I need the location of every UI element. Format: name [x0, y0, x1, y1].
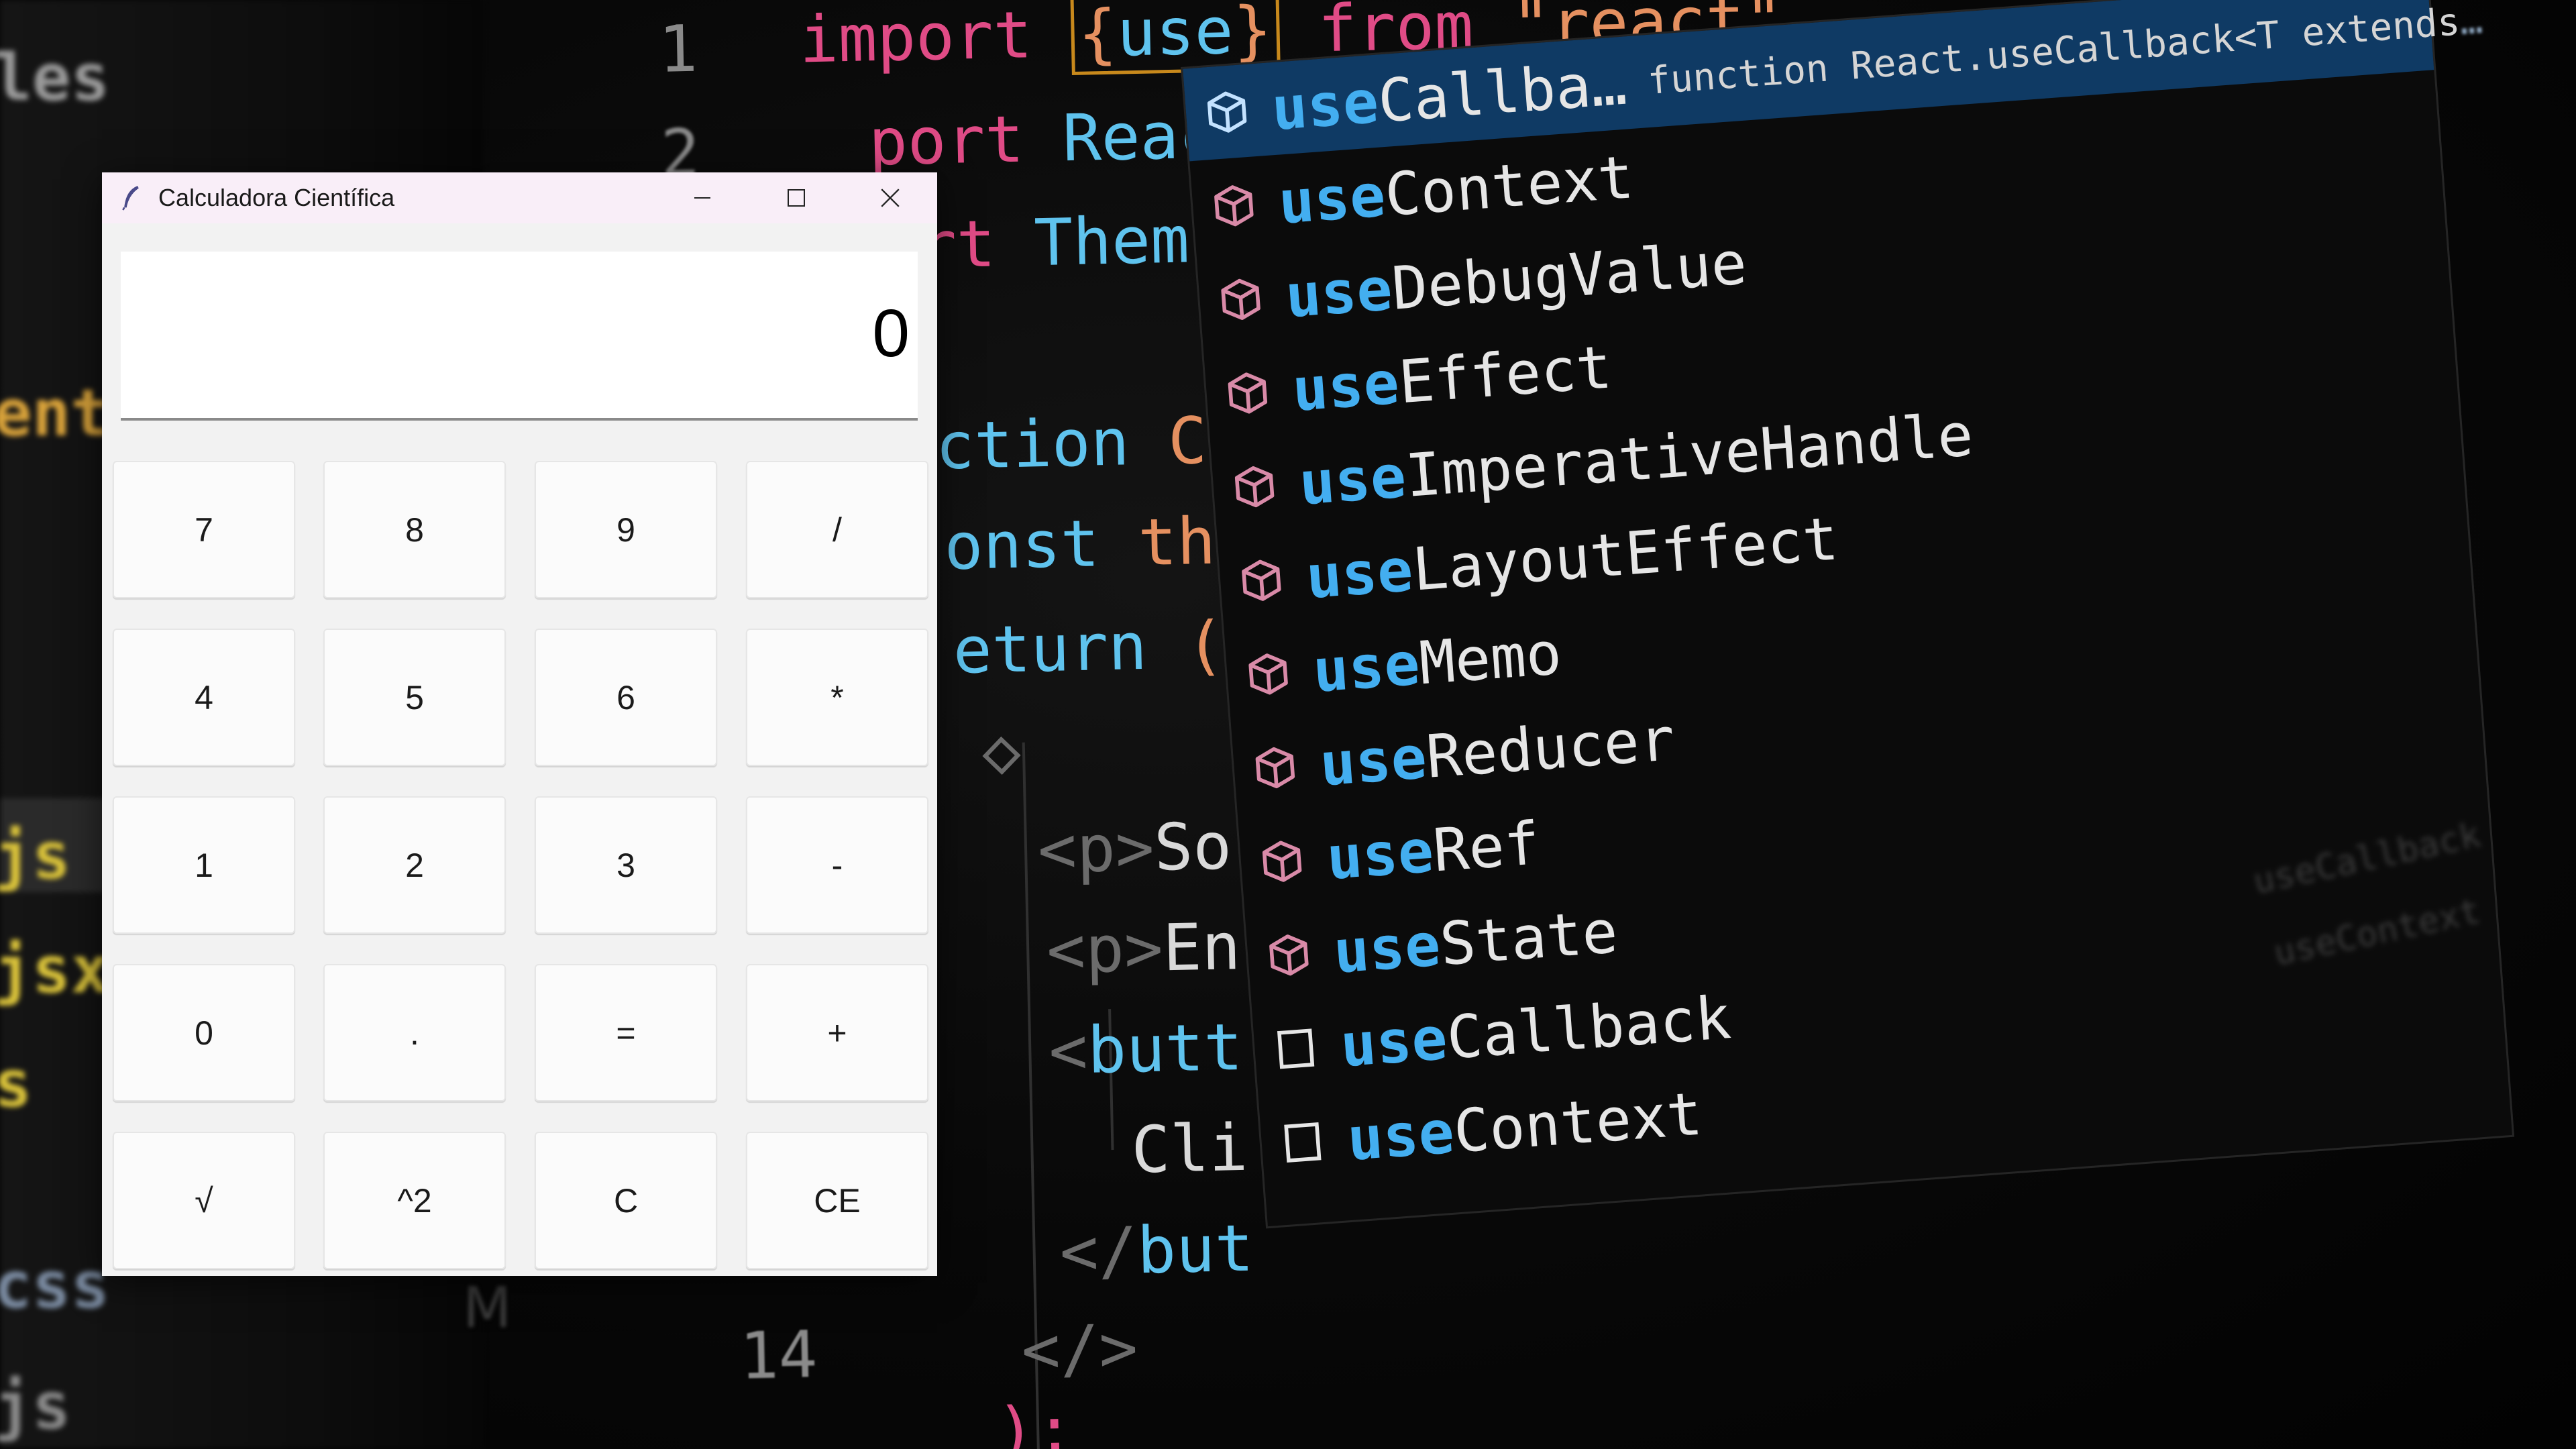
key-2-button[interactable]: 2: [323, 796, 506, 934]
code-tag: <p>: [1046, 910, 1164, 989]
equals-button[interactable]: =: [535, 964, 717, 1102]
maximize-button[interactable]: [749, 172, 843, 223]
code-line-12: </but: [1059, 1211, 1254, 1290]
code-paren: (: [1185, 607, 1226, 684]
method-cube-icon: [1209, 180, 1259, 231]
code-tag: </>: [1020, 1310, 1139, 1388]
code-line-11: Cli: [1130, 1110, 1248, 1188]
key-1-button[interactable]: 1: [113, 796, 295, 934]
window-title: Calculadora Científica: [158, 184, 395, 211]
suggestion-label: useMemo: [1310, 618, 1564, 706]
suggestion-label: useCallback: [1338, 982, 1733, 1080]
code-keyword: onst: [943, 506, 1100, 585]
code-line-2: port Reac: [868, 97, 1218, 180]
subtract-button[interactable]: -: [746, 796, 928, 934]
code-keyword: import: [798, 0, 1033, 78]
code-tag: <: [1048, 1012, 1089, 1089]
code-line-8: <p>So: [1037, 808, 1232, 888]
method-cube-icon: [1243, 649, 1293, 699]
clear-button[interactable]: C: [535, 1132, 717, 1269]
code-line-6: eturn (: [953, 607, 1226, 688]
desktop-background: les ents js jsx s css js M 1 2 14 import…: [0, 0, 2576, 1449]
divide-button[interactable]: /: [746, 461, 928, 598]
sqrt-button[interactable]: √: [113, 1132, 295, 1269]
line-number: 14: [739, 1317, 818, 1394]
key-9-button[interactable]: 9: [535, 461, 717, 598]
code-keyword: port: [867, 101, 1025, 180]
method-cube-icon: [1222, 368, 1273, 419]
code-identifier: butt: [1086, 1009, 1244, 1088]
snippet-square-icon: [1271, 1024, 1321, 1074]
code-keyword: eturn: [952, 608, 1148, 688]
code-line-14: );: [996, 1392, 1075, 1449]
key-0-button[interactable]: 0: [113, 964, 295, 1102]
maximize-icon: [788, 189, 805, 207]
key-7-button[interactable]: 7: [113, 461, 295, 598]
code-paren: );: [996, 1392, 1075, 1449]
code-line-10: <butt: [1048, 1010, 1243, 1089]
method-cube-icon: [1216, 274, 1266, 325]
display-value: 0: [872, 296, 910, 371]
minimize-button[interactable]: [655, 172, 749, 223]
explorer-item: s: [0, 1046, 32, 1122]
explorer-item: js: [0, 1368, 71, 1444]
suggestion-label: useState: [1331, 896, 1620, 987]
code-line-3: rt Them: [917, 202, 1190, 282]
method-cube-icon: [1257, 837, 1307, 887]
suggestion-label: useRef: [1324, 808, 1542, 893]
code-line-7: ◇: [981, 712, 1022, 788]
code-line-13: </>: [1021, 1310, 1139, 1388]
code-text: En: [1162, 909, 1242, 986]
method-cube-icon: [1264, 930, 1314, 980]
explorer-item: css: [0, 1248, 110, 1323]
close-icon: [881, 189, 900, 207]
snippet-square-icon: [1277, 1118, 1328, 1168]
method-cube-icon: [1250, 743, 1300, 793]
code-line-9: <p>En: [1046, 909, 1241, 988]
explorer-item: les: [0, 40, 110, 115]
key-6-button[interactable]: 6: [535, 629, 717, 766]
code-identifier: Them: [1033, 202, 1190, 281]
key-4-button[interactable]: 4: [113, 629, 295, 766]
calculator-display[interactable]: 0: [121, 252, 918, 421]
suggestion-widget[interactable]: useCallba… function React.useCallback<T …: [1181, 0, 2515, 1229]
multiply-button[interactable]: *: [746, 629, 928, 766]
code-keyword: ction: [934, 405, 1130, 484]
code-line-4: ction C3: [934, 402, 1246, 484]
clear-entry-button[interactable]: CE: [746, 1132, 928, 1269]
code-text: Cli: [1130, 1110, 1249, 1188]
title-bar[interactable]: Calculadora Científica: [102, 172, 937, 223]
code-brace: {: [1077, 0, 1118, 72]
decimal-button[interactable]: .: [323, 964, 506, 1102]
calculator-window: Calculadora Científica 0 7 8 9 / 4 5 6 *…: [102, 172, 937, 1276]
explorer-item: jsx: [0, 932, 110, 1008]
suggestion-label: useEffect: [1289, 331, 1615, 425]
method-cube-icon: [1230, 462, 1280, 512]
code-tag: </: [1059, 1213, 1138, 1290]
code-identifier: use: [1116, 0, 1234, 71]
add-button[interactable]: +: [746, 964, 928, 1102]
code-text: So: [1153, 808, 1233, 885]
explorer-item: js: [0, 818, 71, 894]
source-control-marker: M: [463, 1275, 512, 1340]
suggestion-label: useContext: [1344, 1078, 1705, 1174]
code-line-5: onst the: [943, 502, 1255, 584]
method-cube-icon: [1236, 555, 1287, 606]
line-number: 1: [657, 11, 698, 87]
code-fragment: ◇: [981, 712, 1022, 789]
minimize-icon: [694, 197, 710, 199]
feather-icon: [118, 184, 145, 211]
close-button[interactable]: [843, 172, 937, 223]
square-button[interactable]: ^2: [323, 1132, 506, 1269]
key-8-button[interactable]: 8: [323, 461, 506, 598]
key-5-button[interactable]: 5: [323, 629, 506, 766]
suggestion-label: useReducer: [1317, 704, 1677, 799]
suggestion-label: useContext: [1276, 142, 1636, 237]
key-3-button[interactable]: 3: [535, 796, 717, 934]
method-cube-icon: [1202, 87, 1252, 138]
code-identifier: but: [1136, 1210, 1254, 1289]
suggestion-label: useCallba…: [1269, 48, 1629, 144]
code-brace: }: [1232, 0, 1273, 68]
code-tag: <p>: [1036, 810, 1155, 888]
